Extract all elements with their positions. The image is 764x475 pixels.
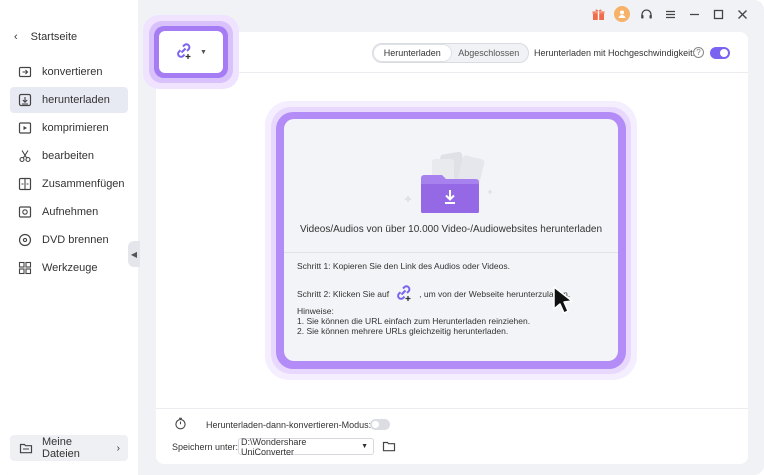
convert-icon <box>18 65 32 79</box>
instruction-step-2: Schritt 2: Klicken Sie auf , um von der … <box>297 284 570 304</box>
sidebar-item-label: Aufnehmen <box>42 206 99 218</box>
app-window: ‹ Startseite konvertieren herunterladen <box>0 0 764 475</box>
my-files-label: Meine Dateien <box>42 436 80 460</box>
compress-icon <box>18 121 32 135</box>
divider <box>284 252 618 253</box>
merge-icon <box>18 177 32 191</box>
divider <box>156 408 748 409</box>
save-location-value: D:\Wondershare UniConverter <box>241 436 307 457</box>
toolbox-icon <box>18 261 32 275</box>
chevron-right-icon: › <box>116 442 120 454</box>
step-2-suffix: , um von der Webseite herunterzuladen. <box>419 289 571 299</box>
sidebar-item-download[interactable]: herunterladen <box>10 87 128 113</box>
minimize-icon[interactable] <box>686 6 702 22</box>
sidebar-item-label: konvertieren <box>42 66 103 78</box>
headset-icon[interactable] <box>638 6 654 22</box>
link-add-icon <box>395 284 413 304</box>
menu-icon[interactable] <box>662 6 678 22</box>
high-speed-label: Herunterladen mit Hochgeschwindigkeit: <box>534 48 696 58</box>
sidebar-item-label: herunterladen <box>42 94 110 106</box>
instruction-step-1: Schritt 1: Kopieren Sie den Link des Aud… <box>297 261 510 271</box>
sidebar-item-dvd[interactable]: DVD brennen <box>10 227 128 253</box>
mouse-cursor-icon <box>553 286 573 314</box>
sidebar-item-convert[interactable]: konvertieren <box>10 59 128 85</box>
download-tabs: Herunterladen Abgeschlossen <box>372 43 529 63</box>
stopwatch-icon <box>174 417 187 430</box>
my-files-button[interactable]: Meine Dateien › <box>10 435 128 461</box>
hints-title: Hinweise: <box>297 306 334 316</box>
sidebar-item-edit[interactable]: bearbeiten <box>10 143 128 169</box>
sidebar-item-merge[interactable]: Zusammenfügen <box>10 171 128 197</box>
open-folder-icon[interactable] <box>382 439 396 453</box>
save-location-select[interactable]: D:\Wondershare UniConverter ▼ <box>238 436 374 457</box>
download-folder-icon <box>404 151 493 213</box>
sidebar-collapse-handle[interactable]: ◀ <box>128 241 140 267</box>
convert-mode-label: Herunterladen-dann-konvertieren-Modus: <box>206 420 372 430</box>
folder-icon <box>19 441 33 455</box>
hint-2: 2. Sie können mehrere URLs gleichzeitig … <box>297 326 509 336</box>
sidebar-item-compress[interactable]: komprimieren <box>10 115 128 141</box>
record-icon <box>18 205 32 219</box>
dropzone-title: Videos/Audios von über 10.000 Video-/Aud… <box>299 224 603 235</box>
chevron-left-icon: ‹ <box>14 31 18 43</box>
url-dropzone[interactable]: Videos/Audios von über 10.000 Video-/Aud… <box>284 119 618 361</box>
tab-finished[interactable]: Abgeschlossen <box>451 45 528 61</box>
caret-down-icon: ▼ <box>200 48 207 56</box>
caret-down-icon: ▼ <box>361 443 368 450</box>
gift-icon[interactable] <box>590 6 606 22</box>
save-location-label: Speichern unter: <box>172 442 239 452</box>
dvd-icon <box>18 233 32 247</box>
home-label: Startseite <box>30 31 78 43</box>
help-icon[interactable]: ? <box>693 47 704 58</box>
sidebar-item-tools[interactable]: Werkzeuge <box>10 255 128 281</box>
sidebar-item-label: Zusammenfügen <box>42 178 125 190</box>
add-download-button-inner: ▼ <box>159 31 223 73</box>
link-add-icon <box>175 42 193 63</box>
sidebar-item-label: bearbeiten <box>42 150 94 162</box>
sidebar-item-record[interactable]: Aufnehmen <box>10 199 128 225</box>
sidebar-item-label: Werkzeuge <box>42 262 98 274</box>
step-2-prefix: Schritt 2: Klicken Sie auf <box>297 289 390 299</box>
sidebar-item-label: komprimieren <box>42 122 109 134</box>
convert-mode-toggle[interactable] <box>370 419 390 430</box>
close-icon[interactable] <box>734 6 750 22</box>
hints: Hinweise: 1. Sie können die URL einfach … <box>297 306 530 336</box>
scissors-icon <box>18 149 32 163</box>
chevron-left-icon: ◀ <box>130 249 138 259</box>
high-speed-toggle[interactable] <box>710 47 730 59</box>
sidebar-item-label: DVD brennen <box>42 234 109 246</box>
download-icon <box>18 93 32 107</box>
divider <box>156 72 748 73</box>
add-download-button[interactable]: ▼ <box>154 26 228 78</box>
titlebar-controls <box>590 6 750 22</box>
hint-1: 1. Sie können die URL einfach zum Herunt… <box>297 316 531 326</box>
avatar[interactable] <box>614 6 630 22</box>
home-link[interactable]: ‹ Startseite <box>14 30 77 44</box>
sidebar: ‹ Startseite konvertieren herunterladen <box>0 0 138 475</box>
sidebar-nav: konvertieren herunterladen komprimieren … <box>10 59 128 283</box>
tab-downloading[interactable]: Herunterladen <box>374 45 451 61</box>
maximize-icon[interactable] <box>710 6 726 22</box>
